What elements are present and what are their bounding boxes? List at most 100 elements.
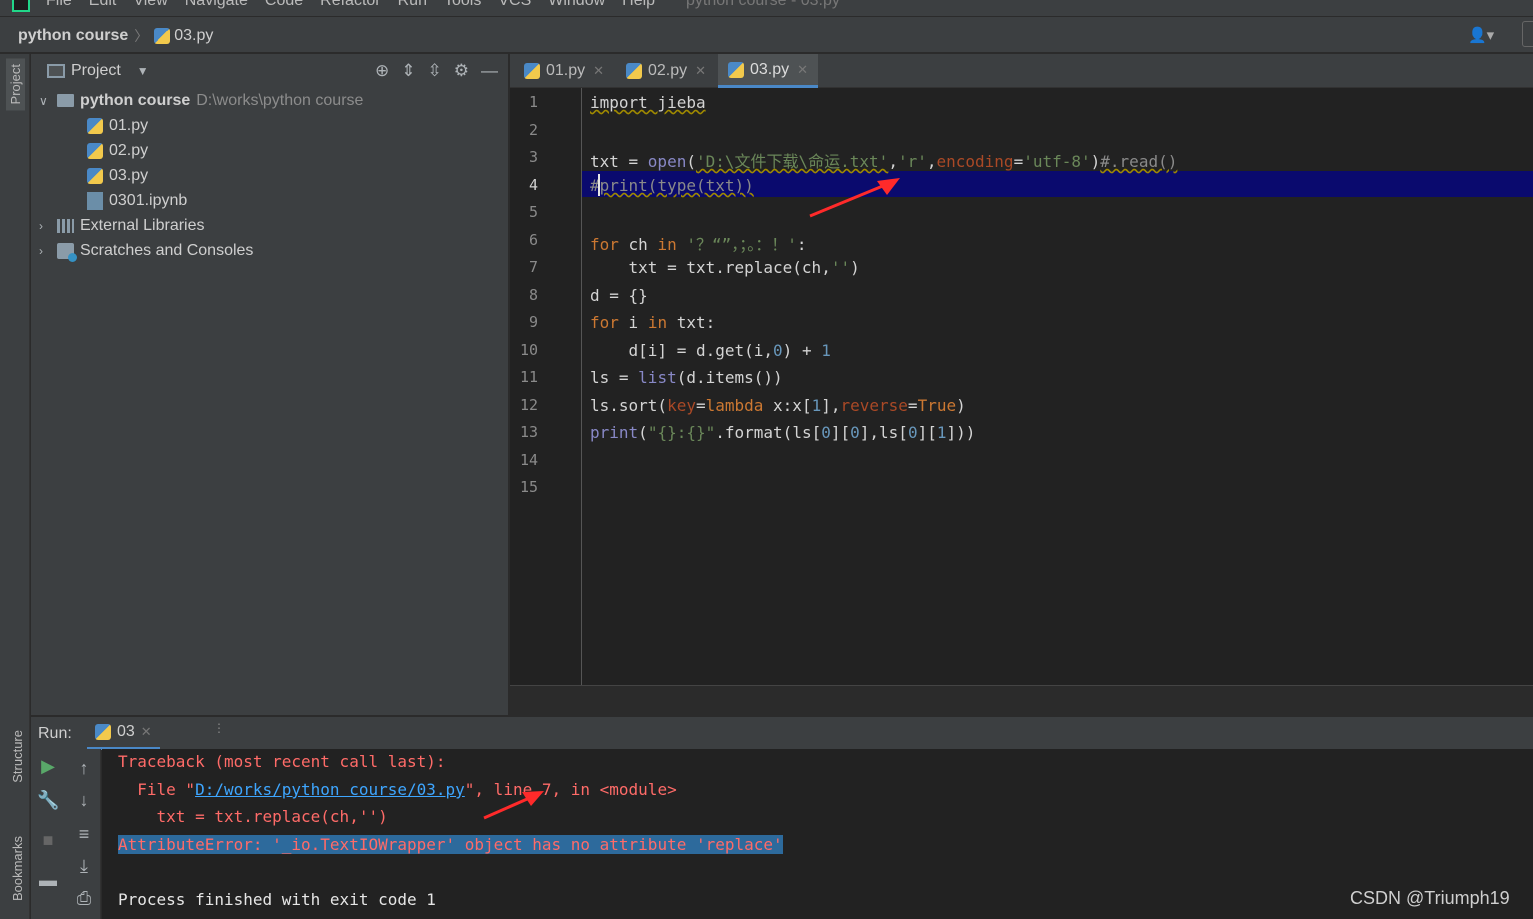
close-icon[interactable]: ✕ [141, 724, 152, 740]
close-icon[interactable]: ✕ [695, 63, 706, 79]
app-logo-icon [12, 0, 30, 12]
tab-02-py[interactable]: 02.py ✕ [616, 54, 716, 88]
project-panel-header: Project ▼ ⊕ ⇕ ⇳ ⚙ — [31, 54, 508, 88]
menu-navigate[interactable]: Navigate [185, 0, 248, 10]
breadcrumb-project[interactable]: python course [18, 27, 128, 45]
run-tab-label: 03 [117, 723, 135, 740]
chevron-right-icon[interactable]: › [39, 244, 51, 258]
bookmarks-tool-tab[interactable]: Bookmarks [10, 836, 25, 901]
project-panel-tools: ⊕ ⇕ ⇳ ⚙ — [375, 61, 498, 81]
code-line-1: import jieba [590, 93, 706, 112]
tree-external-label: External Libraries [80, 216, 205, 234]
toolbar-edge-box [1522, 21, 1533, 47]
python-file-icon [524, 63, 540, 79]
menu-vcs[interactable]: VCS [498, 0, 531, 10]
text-cursor [598, 174, 600, 196]
chevron-down-icon: ▼ [136, 64, 149, 78]
structure-tool-tab[interactable]: Structure [10, 730, 25, 783]
python-file-icon [626, 63, 642, 79]
line-number-current: 4 [528, 176, 538, 194]
tab-03-py[interactable]: 03.py ✕ [718, 54, 819, 88]
gear-icon[interactable]: ⚙ [454, 61, 469, 81]
soft-wrap-icon[interactable]: ≡ [73, 823, 95, 845]
console-file-line: File "D:/works/python course/03.py", lin… [118, 780, 676, 799]
code-editor[interactable]: 1 2 3 4 5 6 7 8 9 10 11 12 13 14 15 impo… [510, 88, 1533, 685]
expand-all-icon[interactable]: ⇕ [401, 61, 415, 81]
tree-external-libraries[interactable]: › External Libraries [39, 213, 205, 238]
python-file-icon [87, 117, 103, 134]
rerun-icon[interactable]: ▶ [37, 755, 59, 777]
tree-root-path: D:\works\python course [196, 91, 364, 109]
more-options-icon[interactable]: ⋮ [213, 721, 225, 735]
close-icon[interactable]: ✕ [593, 63, 604, 79]
annotation-arrow-icon [483, 791, 544, 820]
print-icon[interactable]: ⎙ [73, 887, 95, 909]
python-file-icon [728, 61, 744, 78]
code-line-9: for i in txt: [590, 313, 716, 332]
line-number: 2 [528, 121, 538, 139]
line-number: 12 [519, 396, 538, 414]
tree-file[interactable]: 02.py [87, 138, 148, 163]
scratches-icon [57, 242, 77, 262]
run-tab[interactable]: 03 ✕ [87, 717, 160, 750]
close-icon[interactable]: ✕ [797, 62, 808, 78]
line-number: 6 [528, 231, 538, 249]
chevron-down-icon[interactable]: ∨ [39, 94, 51, 108]
tree-root[interactable]: ∨ python course D:\works\python course [39, 88, 363, 113]
crosshair-icon[interactable]: ⊕ [375, 61, 389, 81]
line-number: 5 [528, 203, 538, 221]
down-arrow-icon[interactable]: ↓ [73, 789, 95, 811]
console-file-link[interactable]: D:/works/python course/03.py [195, 780, 465, 799]
tree-file[interactable]: 0301.ipynb [87, 188, 187, 213]
run-console[interactable]: Traceback (most recent call last): File … [102, 749, 1533, 919]
minus-icon[interactable]: — [481, 61, 498, 81]
tab-label: 02.py [648, 62, 688, 79]
breadcrumb-separator-icon: 〉 [134, 28, 149, 44]
menu-file[interactable]: File [46, 0, 72, 10]
folder-icon [57, 94, 74, 107]
line-number: 11 [519, 368, 538, 386]
tree-scratches[interactable]: › Scratches and Consoles [39, 238, 253, 263]
breadcrumb: python course 〉 03.py [18, 26, 213, 46]
tab-01-py[interactable]: 01.py ✕ [514, 54, 614, 88]
tab-label: 03.py [750, 60, 790, 78]
run-toolbar: ▶ ↑ 🔧 ↓ ■ ≡ ▬ ⤓ ⎙ [31, 749, 101, 919]
layout-icon[interactable]: ▬ [37, 869, 59, 891]
tree-file[interactable]: 01.py [87, 113, 148, 138]
menu-code[interactable]: Code [265, 0, 303, 10]
tree-file[interactable]: 03.py [87, 163, 148, 188]
menu-bar: File Edit View Navigate Code Refactor Ru… [0, 0, 1533, 16]
code-line-11: ls = list(d.items()) [590, 368, 783, 387]
project-view-selector[interactable]: Project ▼ [47, 62, 149, 80]
menu-run[interactable]: Run [398, 0, 427, 10]
menu-help[interactable]: Help [622, 0, 655, 10]
tree-file-label: 03.py [109, 166, 149, 184]
menu-window[interactable]: Window [548, 0, 605, 10]
wrench-icon[interactable]: 🔧 [37, 789, 59, 811]
up-arrow-icon[interactable]: ↑ [73, 757, 95, 779]
scroll-to-end-icon[interactable]: ⤓ [73, 855, 95, 877]
project-panel-title: Project [71, 62, 121, 79]
menu-tools[interactable]: Tools [444, 0, 481, 10]
project-tool-tab[interactable]: Project [6, 58, 25, 111]
tab-label: 01.py [546, 62, 586, 79]
stop-icon[interactable]: ■ [37, 829, 59, 851]
menu-view[interactable]: View [133, 0, 167, 10]
code-line-13: print("{}:{}".format(ls[0][0],ls[0][1])) [590, 423, 976, 442]
menu-items: File Edit View Navigate Code Refactor Ru… [46, 0, 672, 10]
notebook-file-icon [87, 191, 103, 210]
editor-bottom-area [510, 685, 1533, 715]
code-line-7: txt = txt.replace(ch,'') [590, 258, 860, 277]
tree-file-label: 01.py [109, 116, 149, 134]
user-account-icon[interactable]: 👤▾ [1468, 26, 1494, 44]
menu-edit[interactable]: Edit [89, 0, 117, 10]
breadcrumb-file[interactable]: 03.py [154, 27, 213, 45]
project-panel: Project ▼ ⊕ ⇕ ⇳ ⚙ — ∨ python course D:\w… [31, 54, 509, 715]
console-code-line: txt = txt.replace(ch,'') [118, 807, 388, 826]
python-file-icon [87, 167, 103, 184]
chevron-right-icon[interactable]: › [39, 219, 51, 233]
menu-refactor[interactable]: Refactor [320, 0, 380, 10]
line-number: 13 [519, 423, 538, 441]
collapse-all-icon[interactable]: ⇳ [428, 61, 442, 81]
library-icon [57, 218, 74, 233]
